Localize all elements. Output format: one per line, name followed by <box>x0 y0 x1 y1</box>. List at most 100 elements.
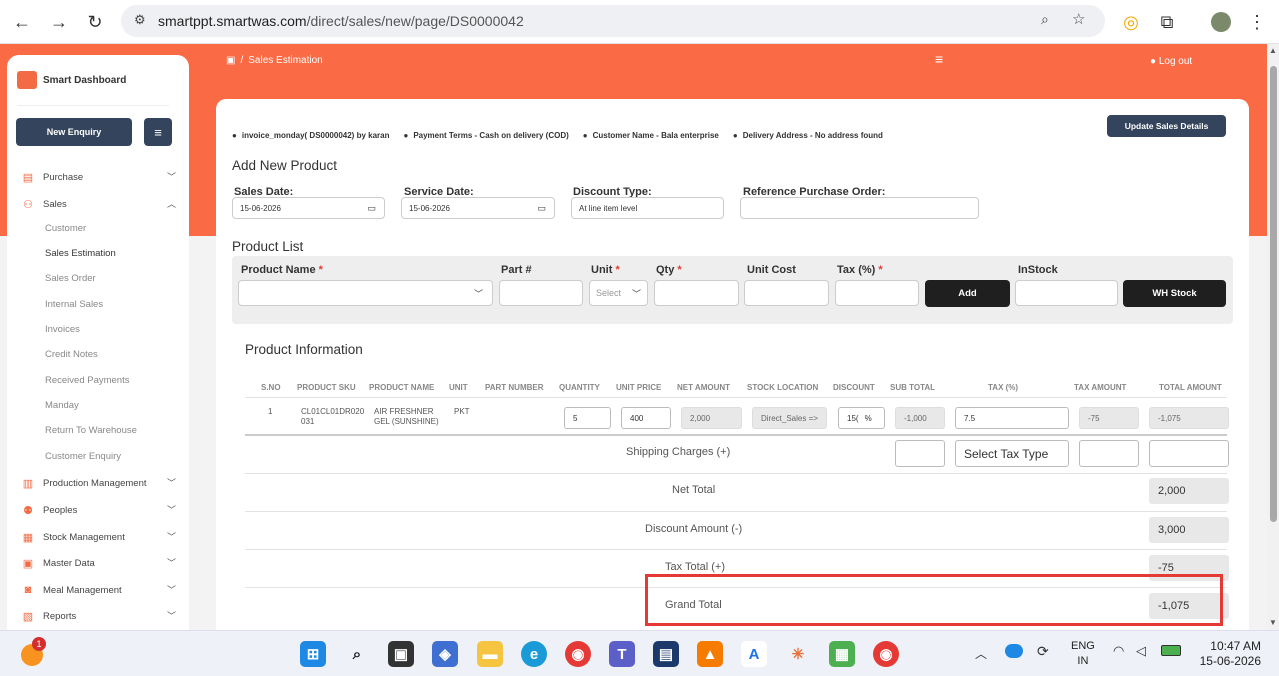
product-name-select[interactable]: ﹀ <box>238 280 493 306</box>
sidebar-sub-internal-sales[interactable]: Internal Sales <box>45 299 103 310</box>
teams-icon[interactable]: T <box>609 641 635 667</box>
hamburger-icon[interactable]: ≡ <box>935 51 943 67</box>
shipping-tax-placeholder: Select Tax Type <box>964 446 1049 461</box>
forward-arrow-icon[interactable]: → <box>45 8 73 36</box>
volume-icon[interactable]: ◁ <box>1136 643 1146 659</box>
sidebar-item-label: Master Data <box>43 557 95 569</box>
chrome-icon[interactable]: ◉ <box>565 641 591 667</box>
sidebar-sub-sales-estimation[interactable]: Sales Estimation <box>45 248 116 259</box>
discount-type-input[interactable]: At line item level <box>571 197 724 219</box>
database-icon: ▣ <box>22 557 34 570</box>
calendar-icon[interactable]: ▭ <box>367 203 376 214</box>
calendar-icon[interactable]: ▭ <box>537 203 546 214</box>
app-a-icon[interactable]: A <box>741 641 767 667</box>
scroll-up-icon[interactable]: ▲ <box>1269 46 1277 55</box>
update-sales-details-button[interactable]: Update Sales Details <box>1107 115 1226 137</box>
sql-server-icon[interactable]: ▤ <box>653 641 679 667</box>
sidebar-sub-customer[interactable]: Customer <box>45 223 86 234</box>
discount-input[interactable]: 15(% <box>838 407 885 429</box>
extensions-puzzle-icon[interactable]: ⧉ <box>1153 8 1181 36</box>
address-bar[interactable]: ⚙ smartppt.smartwas.com/direct/sales/new… <box>121 5 1105 37</box>
site-settings-icon[interactable]: ⚙ <box>134 12 146 28</box>
shipping-total-input[interactable] <box>1149 440 1229 467</box>
unit-select[interactable]: Select ﹀ <box>589 280 648 306</box>
onedrive-icon[interactable] <box>1005 644 1023 658</box>
excel-grid-icon[interactable]: ▦ <box>829 641 855 667</box>
home-icon[interactable]: ▣ <box>226 55 235 66</box>
chevron-up-icon[interactable]: ︿ <box>975 645 987 662</box>
wh-stock-button[interactable]: WH Stock <box>1123 280 1226 307</box>
new-enquiry-button[interactable]: New Enquiry <box>16 118 132 146</box>
sidebar-item-production-management[interactable]: ▥ Production Management ﹀ <box>21 473 176 493</box>
snip-icon[interactable]: ✳ <box>785 641 811 667</box>
bookmark-star-icon[interactable]: ☆ <box>1072 10 1085 28</box>
sidebar-item-purchase[interactable]: ▤ Purchase ﹀ <box>21 167 176 187</box>
sidebar-sub-return-to-warehouse[interactable]: Return To Warehouse <box>45 425 137 436</box>
stock-location-select[interactable]: Direct_Sales => <box>752 407 827 429</box>
battery-icon[interactable] <box>1161 645 1181 656</box>
instock-input[interactable] <box>1015 280 1118 306</box>
service-date-input[interactable]: 15-06-2026 ▭ <box>401 197 555 219</box>
vlc-icon[interactable]: ▲ <box>697 641 723 667</box>
col-sno: S.NO <box>261 383 281 392</box>
unit-cost-input[interactable] <box>744 280 829 306</box>
search-icon[interactable]: ⌕ <box>344 641 370 667</box>
brand[interactable]: Smart Dashboard <box>17 71 126 89</box>
net-amount-field: 2,000 <box>681 407 742 429</box>
edge-icon[interactable]: e <box>521 641 547 667</box>
sales-info-line: ● invoice_monday( DS0000042) by karan ● Pa… <box>232 131 897 140</box>
logout-link[interactable]: ● Log out <box>1150 56 1192 67</box>
chrome-profile-icon[interactable]: ◉ <box>873 641 899 667</box>
url-path: /direct/sales/new/page/DS0000042 <box>306 13 524 29</box>
reload-icon[interactable]: ↻ <box>81 8 109 36</box>
sidebar-sub-customer-enquiry[interactable]: Customer Enquiry <box>45 451 121 462</box>
profile-avatar-icon[interactable] <box>1207 8 1235 36</box>
sidebar-item-reports[interactable]: ▧ Reports ﹀ <box>21 606 176 626</box>
file-explorer-icon[interactable]: ▬ <box>477 641 503 667</box>
discount-value: 15( <box>847 413 859 423</box>
shipping-amount-input[interactable] <box>895 440 945 467</box>
browser-menu-icon[interactable]: ⋮ <box>1243 8 1271 36</box>
page-scrollbar[interactable]: ▲ ▼ <box>1267 44 1279 630</box>
windows-start-icon[interactable]: ⊞ <box>300 641 326 667</box>
reference-po-input[interactable] <box>740 197 979 219</box>
unit-price-input[interactable]: 400 <box>621 407 671 429</box>
zoom-icon[interactable]: ⌕ <box>1041 11 1049 28</box>
part-number-input[interactable] <box>499 280 583 306</box>
clock[interactable]: 10:47 AM 15-06-2026 <box>1196 639 1261 669</box>
sidebar-sub-credit-notes[interactable]: Credit Notes <box>45 349 98 360</box>
sub-total-field: -1,000 <box>895 407 945 429</box>
sidebar-sub-manday[interactable]: Manday <box>45 400 79 411</box>
language-indicator[interactable]: ENG IN <box>1071 639 1095 669</box>
scrollbar-thumb[interactable] <box>1270 66 1277 522</box>
back-arrow-icon[interactable]: ← <box>8 8 36 36</box>
sidebar-sub-received-payments[interactable]: Received Payments <box>45 375 129 386</box>
add-product-button[interactable]: Add <box>925 280 1010 307</box>
sidebar-item-master-data[interactable]: ▣ Master Data ﹀ <box>21 553 176 573</box>
menu-toggle-icon[interactable]: ≡ <box>144 118 172 146</box>
sidebar-item-peoples[interactable]: ⚉ Peoples ﹀ <box>21 500 176 520</box>
sidebar-item-meal-management[interactable]: ◙ Meal Management ﹀ <box>21 580 176 600</box>
sidebar-item-sales[interactable]: ⚇ Sales ︿ <box>21 194 176 214</box>
tax-percent-input[interactable]: 7.5 <box>955 407 1069 429</box>
meal-icon: ◙ <box>24 584 32 596</box>
sidebar-sub-invoices[interactable]: Invoices <box>45 324 80 335</box>
extension-icon[interactable]: ◎ <box>1117 8 1145 36</box>
tax-input[interactable] <box>835 280 919 306</box>
sidebar-sub-sales-order[interactable]: Sales Order <box>45 273 96 284</box>
quantity-input[interactable]: 5 <box>564 407 611 429</box>
sidebar-item-label: Purchase <box>43 171 84 183</box>
shipping-tax-amount-input[interactable] <box>1079 440 1139 467</box>
shipping-tax-select[interactable]: Select Tax Type <box>955 440 1069 467</box>
task-view-icon[interactable]: ▣ <box>388 641 414 667</box>
divider <box>245 397 1227 398</box>
sales-date-value: 15-06-2026 <box>240 203 281 213</box>
scroll-down-icon[interactable]: ▼ <box>1269 618 1277 627</box>
qty-input[interactable] <box>654 280 739 306</box>
wifi-icon[interactable]: ◠ <box>1113 643 1124 659</box>
label-text: Tax (%) <box>837 264 876 276</box>
sidebar-item-stock-management[interactable]: ▦ Stock Management ﹀ <box>21 527 176 547</box>
sync-icon[interactable]: ⟳ <box>1037 643 1049 660</box>
widgets-icon[interactable]: ◈ <box>432 641 458 667</box>
sales-date-input[interactable]: 15-06-2026 ▭ <box>232 197 385 219</box>
